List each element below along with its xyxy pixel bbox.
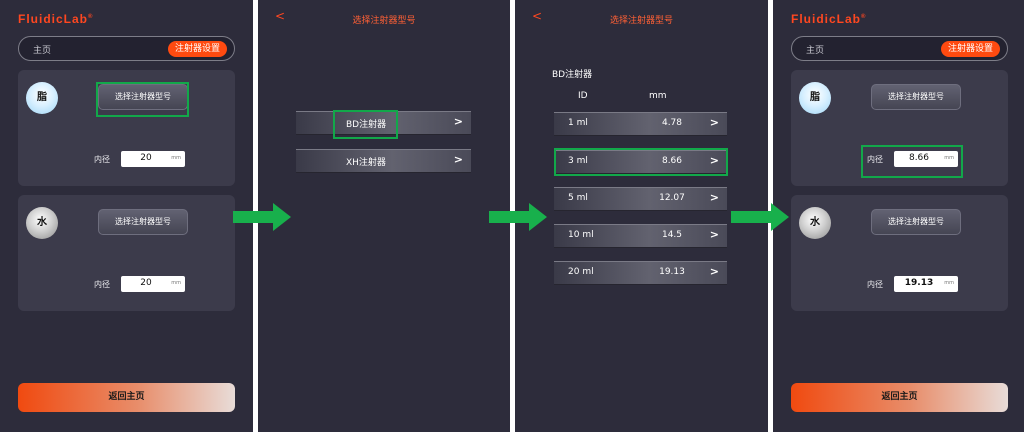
inner-diameter-label: 内径 [94, 155, 110, 164]
water-badge-icon: 水 [799, 207, 831, 239]
chevron-right-icon: > [453, 153, 463, 166]
syringe-size-row[interactable]: 5 ml 12.07 > [554, 187, 727, 211]
nav-syringe-settings-tab[interactable]: 注射器设置 [940, 41, 1000, 57]
highlight-box [96, 82, 189, 117]
back-to-home-button[interactable]: 返回主页 [18, 383, 235, 412]
size-id: 10 ml [568, 230, 594, 240]
size-id: 20 ml [568, 267, 594, 277]
fat-badge-icon: 脂 [799, 82, 831, 114]
inner-diameter-label: 内径 [867, 280, 883, 289]
inner-diameter-input[interactable]: 20 mm [121, 276, 185, 292]
select-syringe-model-button[interactable]: 选择注射器型号 [871, 84, 961, 110]
page-title: 选择注射器型号 [609, 16, 673, 26]
inner-diameter-label: 内径 [94, 280, 110, 289]
chevron-right-icon: > [709, 228, 719, 241]
inner-diameter-value: 20 [140, 153, 152, 163]
screen-syringe-settings-initial: FluidicLab® 主页 注射器设置 脂 选择注射器型号 内径 20 mm … [0, 0, 253, 432]
chevron-right-icon: > [709, 116, 719, 129]
syringe-size-row[interactable]: 20 ml 19.13 > [554, 261, 727, 285]
section-title: BD注射器 [552, 70, 593, 80]
water-badge-icon: 水 [26, 207, 58, 239]
screen-syringe-settings-updated: FluidicLab® 主页 注射器设置 脂 选择注射器型号 内径 8.66 m… [773, 0, 1024, 432]
column-header-id: ID [578, 91, 588, 101]
inner-diameter-value: 19.13 [904, 278, 934, 288]
chevron-right-icon: > [709, 265, 719, 278]
inner-diameter-input[interactable]: 20 mm [121, 151, 185, 167]
flow-arrow-icon [489, 203, 547, 231]
nav-syringe-settings-tab[interactable]: 注射器设置 [167, 41, 227, 57]
inner-diameter-input[interactable]: 19.13 mm [894, 276, 958, 292]
flow-arrow-icon [731, 203, 789, 231]
select-syringe-model-button[interactable]: 选择注射器型号 [98, 209, 188, 235]
chevron-right-icon: > [453, 115, 463, 128]
nav-home-tab[interactable]: 主页 [33, 43, 51, 56]
highlight-box [333, 110, 398, 139]
screen-select-syringe-brand: < 选择注射器型号 BD注射器 > XH注射器 > [258, 0, 510, 432]
size-id: 1 ml [568, 118, 588, 128]
unit-label: mm [171, 155, 181, 161]
app-logo: FluidicLab® [18, 12, 94, 26]
unit-label: mm [171, 280, 181, 286]
select-syringe-model-button[interactable]: 选择注射器型号 [871, 209, 961, 235]
inner-diameter-value: 20 [140, 278, 152, 288]
size-diameter: 4.78 [661, 118, 683, 128]
nav-home-tab[interactable]: 主页 [806, 43, 824, 56]
syringe-size-row[interactable]: 1 ml 4.78 > [554, 112, 727, 136]
syringe-size-row[interactable]: 10 ml 14.5 > [554, 224, 727, 248]
nav-bar: 主页 注射器设置 [18, 36, 235, 61]
back-to-home-button[interactable]: 返回主页 [791, 383, 1008, 412]
app-logo: FluidicLab® [791, 12, 867, 26]
highlight-box [861, 145, 963, 178]
chevron-right-icon: > [709, 191, 719, 204]
fat-badge-icon: 脂 [26, 82, 58, 114]
nav-bar: 主页 注射器设置 [791, 36, 1008, 61]
unit-label: mm [944, 280, 954, 286]
size-diameter: 19.13 [659, 267, 685, 277]
syringe-brand-item-xh[interactable]: XH注射器 > [296, 149, 471, 173]
size-id: 5 ml [568, 193, 588, 203]
size-diameter: 12.07 [659, 193, 685, 203]
column-header-mm: mm [649, 91, 667, 101]
syringe-card-water: 水 选择注射器型号 内径 19.13 mm [791, 195, 1008, 311]
brand-label: XH注射器 [346, 158, 386, 168]
size-diameter: 14.5 [661, 230, 683, 240]
flow-arrow-icon [233, 203, 291, 231]
highlight-box [554, 148, 728, 176]
page-title: 选择注射器型号 [352, 16, 416, 26]
syringe-card-water: 水 选择注射器型号 内径 20 mm [18, 195, 235, 311]
